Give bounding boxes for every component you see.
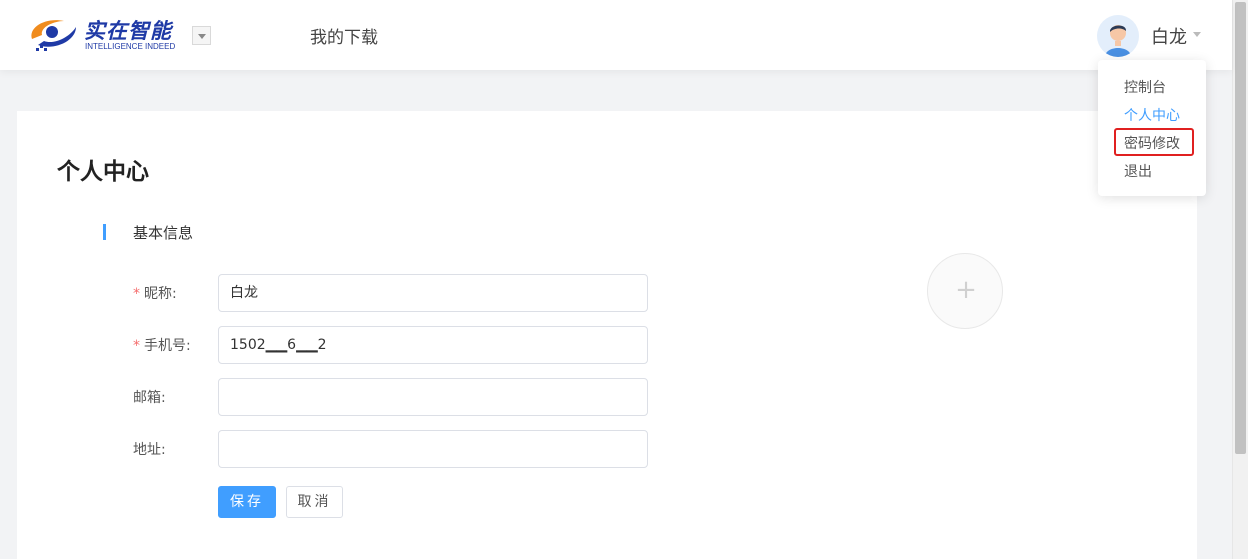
user-avatar-icon	[1097, 15, 1139, 57]
save-button[interactable]: 保存	[218, 486, 276, 518]
menu-item-logout[interactable]: 退出	[1124, 161, 1152, 181]
plus-icon: +	[955, 275, 977, 305]
page-scrollbar[interactable]	[1232, 0, 1248, 559]
avatar-upload[interactable]: +	[927, 253, 1003, 329]
email-input[interactable]	[218, 378, 648, 416]
profile-card: 个人中心 基本信息 * 昵称: 白龙 * 手机号: 1502▁▁6▁▁2 邮箱: 地…	[17, 111, 1197, 559]
address-label: 地址:	[133, 442, 166, 458]
phone-label: * 手机号:	[133, 338, 191, 354]
avatar[interactable]	[1097, 15, 1139, 57]
company-logo[interactable]: 实在智能 INTELLIGENCE INDEED	[24, 13, 184, 57]
nickname-label: * 昵称:	[133, 286, 177, 302]
email-label: 邮箱:	[133, 390, 166, 406]
menu-item-console[interactable]: 控制台	[1124, 77, 1166, 97]
chevron-down-icon[interactable]	[192, 26, 211, 45]
scrollbar-thumb[interactable]	[1235, 2, 1246, 454]
logo-mark-icon	[31, 20, 76, 51]
logo-text-cn: 实在智能	[84, 19, 172, 43]
required-mark: *	[133, 286, 140, 302]
username[interactable]: 白龙	[1151, 23, 1187, 49]
cancel-button[interactable]: 取消	[286, 486, 343, 518]
nav-my-downloads[interactable]: 我的下载	[310, 23, 378, 48]
phone-input[interactable]: 1502▁▁6▁▁2	[218, 326, 648, 364]
address-input[interactable]	[218, 430, 648, 468]
section-accent-bar	[103, 224, 106, 240]
page-title: 个人中心	[57, 159, 149, 185]
caret-down-icon[interactable]	[1193, 32, 1201, 37]
nickname-input[interactable]: 白龙	[218, 274, 648, 312]
logo-text-en: INTELLIGENCE INDEED	[85, 42, 176, 51]
section-title: 基本信息	[133, 224, 194, 242]
menu-item-personal-center[interactable]: 个人中心	[1124, 105, 1180, 125]
required-mark: *	[133, 338, 140, 354]
user-dropdown-menu: 控制台 个人中心 密码修改 退出	[1098, 60, 1206, 196]
menu-item-change-password[interactable]: 密码修改	[1124, 133, 1180, 153]
top-header: 实在智能 INTELLIGENCE INDEED 我的下载 白龙	[0, 0, 1232, 70]
